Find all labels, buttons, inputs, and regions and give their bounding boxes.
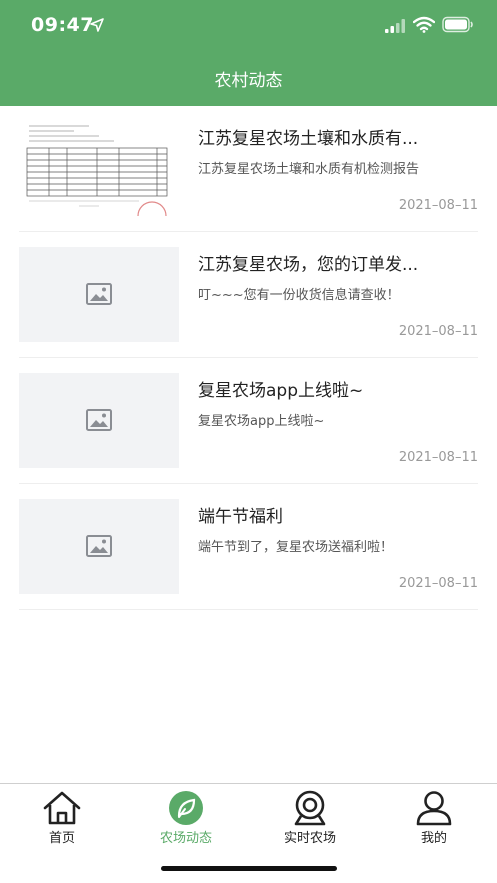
image-placeholder-icon <box>86 409 112 431</box>
image-placeholder-icon <box>86 283 112 305</box>
news-thumbnail <box>19 247 179 342</box>
news-title: 江苏复星农场，您的订单发... <box>198 255 419 275</box>
news-summary: 端午节到了，复星农场送福利啦！ <box>198 540 394 555</box>
news-thumbnail <box>19 499 179 594</box>
tab-home[interactable]: 首页 <box>0 790 124 846</box>
news-item[interactable]: 江苏复星农场土壤和水质有... 江苏复星农场土壤和水质有机检测报告 2021–0… <box>19 106 478 232</box>
tab-mine[interactable]: 我的 <box>372 790 496 846</box>
camera-icon <box>294 790 326 826</box>
news-date: 2021–08–11 <box>398 324 478 339</box>
home-icon <box>43 791 81 825</box>
home-indicator[interactable] <box>161 866 337 871</box>
news-thumbnail <box>19 118 179 216</box>
news-summary: 复星农场app上线啦~ <box>198 414 325 429</box>
status-bar: 09:47 <box>0 0 497 52</box>
news-item[interactable]: 复星农场app上线啦~ 复星农场app上线啦~ 2021–08–11 <box>19 358 478 484</box>
news-item[interactable]: 江苏复星农场，您的订单发... 叮~~~您有一份收货信息请查收！ 2021–08… <box>19 232 478 358</box>
news-summary: 江苏复星农场土壤和水质有机检测报告 <box>198 162 420 177</box>
leaf-icon <box>169 791 203 825</box>
document-thumbnail <box>19 118 179 216</box>
tab-farm-news[interactable]: 农场动态 <box>124 790 248 846</box>
tab-label: 我的 <box>420 831 447 846</box>
news-date: 2021–08–11 <box>398 450 478 465</box>
app-header: 09:47 农村动态 <box>0 0 497 106</box>
tab-label: 首页 <box>48 831 75 846</box>
news-summary: 叮~~~您有一份收货信息请查收！ <box>198 288 400 303</box>
image-placeholder-icon <box>86 535 112 557</box>
status-time: 09:47 <box>31 14 94 36</box>
news-list: 江苏复星农场土壤和水质有... 江苏复星农场土壤和水质有机检测报告 2021–0… <box>19 106 478 610</box>
tab-live-farm[interactable]: 实时农场 <box>248 790 372 846</box>
tab-label: 农场动态 <box>159 831 212 846</box>
location-arrow-icon <box>90 18 104 32</box>
news-date: 2021–08–11 <box>398 198 478 213</box>
news-date: 2021–08–11 <box>398 576 478 591</box>
news-title: 江苏复星农场土壤和水质有... <box>198 129 419 149</box>
cellular-signal-icon <box>385 19 405 33</box>
user-icon <box>416 791 452 826</box>
tab-label: 实时农场 <box>283 831 336 846</box>
news-thumbnail <box>19 373 179 468</box>
wifi-icon <box>413 16 435 33</box>
page-title: 农村动态 <box>214 71 283 91</box>
news-title: 复星农场app上线啦~ <box>198 381 364 401</box>
news-item[interactable]: 端午节福利 端午节到了，复星农场送福利啦！ 2021–08–11 <box>19 484 478 610</box>
battery-icon <box>442 16 473 33</box>
news-title: 端午节福利 <box>198 507 283 527</box>
